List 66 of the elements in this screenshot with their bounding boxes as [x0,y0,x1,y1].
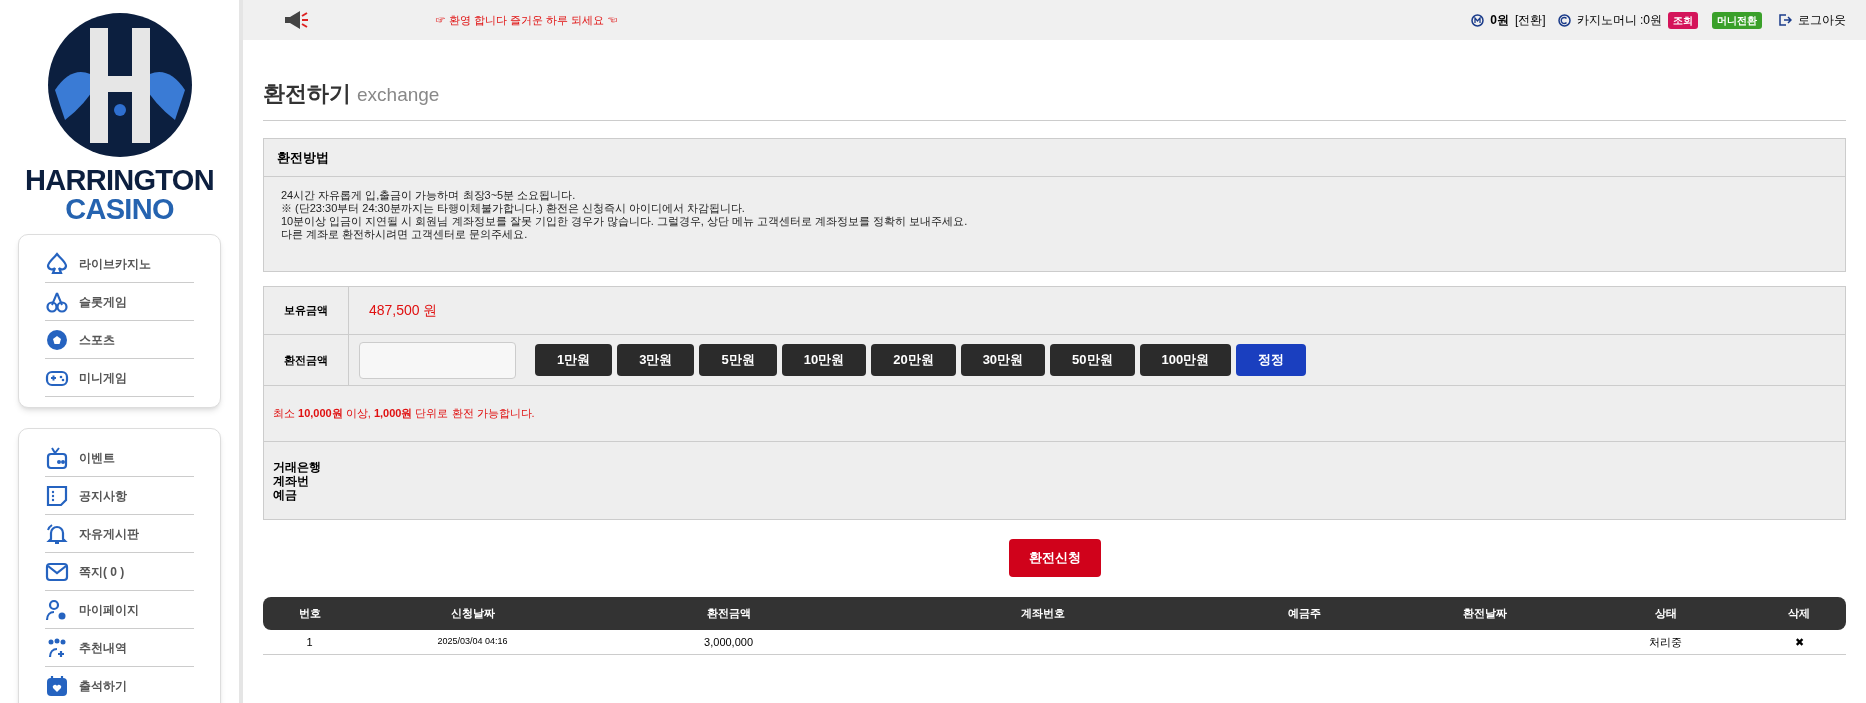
info-line: 10분이상 입금이 지연될 시 회원님 계좌정보를 잘못 기입한 경우가 많습니다. 그럴경우, 상단 메뉴 고객센터로 계좌정보를 정확히 보내주세요. [281,215,969,228]
menu-item[interactable]: 라이브카지노 [45,245,194,283]
amount-button[interactable]: 30만원 [960,344,1046,376]
menu-item[interactable]: 출석하기 [45,667,194,703]
menu-item[interactable]: 미니게임 [45,359,194,397]
info-line: ※ (단23:30부터 24:30분까지는 타행이체불가합니다.) 환전은 신청즉시 아이디에서 차감됩니다. [281,202,746,215]
column-header: 환전날짜 [1392,597,1579,630]
field-label: 보유금액 [284,303,328,319]
column-header: 환전금액 [588,597,869,630]
logo-text: CASINO [65,195,174,224]
bank-info-label: 계좌번 [273,473,310,488]
balance-value: 487,500 원 [369,301,438,320]
table-cell: 처리중 [1649,635,1683,648]
field-label: 환전금액 [284,352,328,368]
bank-info-label: 거래은행 [273,459,322,474]
bank-info-label: 예금 [273,487,298,502]
menu-item[interactable]: 추천내역 [45,629,194,667]
casino-money-text: 카지노머니 :0원 [1576,12,1662,29]
amount-button[interactable]: 10만원 [781,344,867,376]
spade-icon [45,251,69,276]
submit-button[interactable]: 환전신청 [1008,539,1101,577]
rule-text: 최소 10,000원 이상, 1,000원 단위로 환전 가능합니다. [273,406,535,422]
convert-link[interactable]: [전환] [1515,11,1546,29]
menu-item[interactable]: 공지사항 [45,477,194,515]
amount-button[interactable]: 20만원 [871,344,956,376]
info-line: 24시간 자유롭게 입,출금이 가능하며 최장3~5분 소요됩니다. [281,189,577,202]
menu-item[interactable]: 마이페이지 [45,591,194,629]
amount-button[interactable]: 3만원 [617,344,695,376]
delete-icon[interactable]: ✖ [1794,635,1804,648]
menu-item[interactable]: 자유게시판 [45,515,194,553]
logout-icon [1778,13,1792,27]
bell-icon [45,521,69,546]
column-header: 예금주 [1217,597,1392,630]
note-icon [45,483,69,508]
info-line: 다른 계좌로 환전하시려면 고객센터로 문의주세요. [281,228,529,241]
column-header: 번호 [263,597,357,630]
money-text: 0원 [1490,12,1509,29]
amount-button[interactable]: 50만원 [1050,344,1135,376]
coin-c-icon [1557,13,1571,27]
amount-button[interactable]: 100만원 [1139,344,1232,376]
reset-button[interactable]: 정정 [1236,344,1307,376]
menu-item[interactable]: 슬롯게임 [45,283,194,321]
logo-text: HARRINGTON [25,166,214,195]
page-subtitle: exchange [357,83,440,107]
calendar-heart-icon [45,673,69,698]
table-cell: 1 [306,635,313,648]
column-header: 상태 [1578,597,1753,630]
table-cell: 3,000,000 [704,635,754,648]
logout-link[interactable]: 로그아웃 [1798,11,1846,29]
section-heading: 환전방법 [277,148,329,167]
amount-button[interactable]: 1만원 [535,344,613,376]
column-header: 신청날짜 [356,597,589,630]
column-header: 계좌번호 [868,597,1218,630]
amount-button[interactable]: 5만원 [699,344,777,376]
table-cell: 2025/03/04 04:16 [437,636,508,646]
coin-m-icon [1471,13,1485,27]
column-header: 삭제 [1752,597,1846,630]
amount-input[interactable] [359,341,516,379]
page-title: 환전하기 [263,80,351,108]
menu-item[interactable]: 쪽지( 0 ) [45,553,194,591]
menu-item[interactable]: 스포츠 [45,321,194,359]
megaphone-icon [283,9,309,31]
menu-item[interactable]: 이벤트 [45,439,194,477]
inquiry-button[interactable]: 조회 [1668,11,1698,29]
notice-text: ☞ 환영 합니다 즐거운 하루 되세요 ☜ [435,12,619,28]
soccer-ball-icon [45,327,69,352]
